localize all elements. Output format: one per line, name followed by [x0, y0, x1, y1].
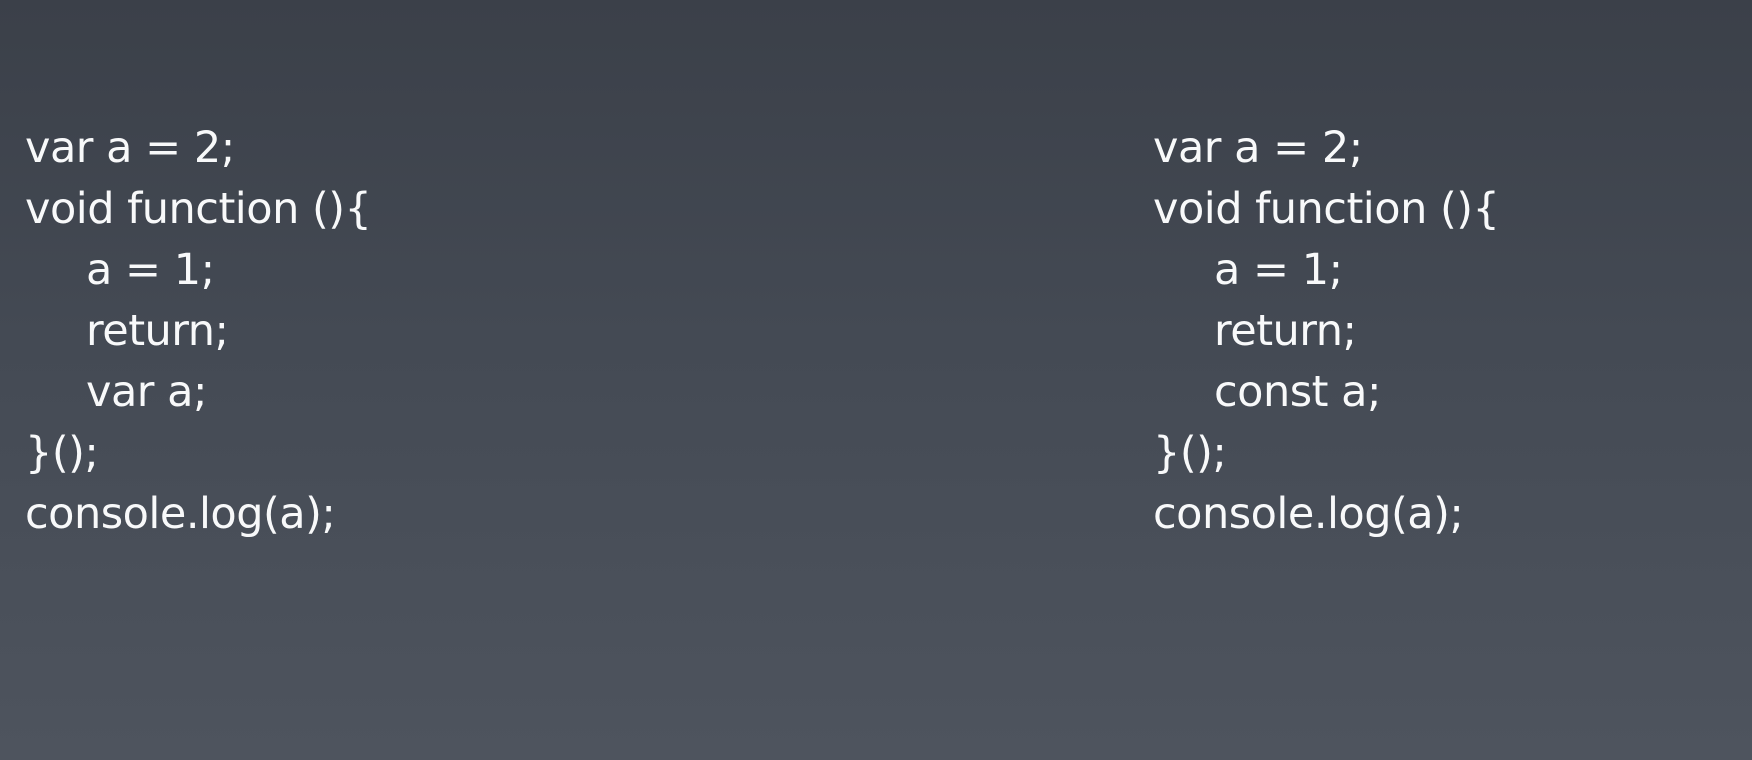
code-line: void function (){ — [1153, 184, 1500, 234]
code-line: void function (){ — [25, 184, 372, 234]
code-line: console.log(a); — [25, 489, 336, 539]
code-line: return; — [86, 306, 229, 356]
presentation-slide: var a = 2; void function (){ a = 1; retu… — [0, 0, 1752, 760]
code-line: a = 1; — [86, 245, 215, 295]
code-line: a = 1; — [1214, 245, 1343, 295]
code-line: var a = 2; — [1153, 123, 1363, 173]
code-line: var a; — [86, 367, 207, 417]
code-line: const a; — [1214, 367, 1381, 417]
code-line: var a = 2; — [25, 123, 235, 173]
right-code-snippet: var a = 2; void function (){ a = 1; retu… — [1153, 118, 1500, 545]
code-line: }(); — [1153, 428, 1227, 478]
code-line: }(); — [25, 428, 99, 478]
left-code-snippet: var a = 2; void function (){ a = 1; retu… — [25, 118, 372, 545]
code-line: console.log(a); — [1153, 489, 1464, 539]
code-line: return; — [1214, 306, 1357, 356]
